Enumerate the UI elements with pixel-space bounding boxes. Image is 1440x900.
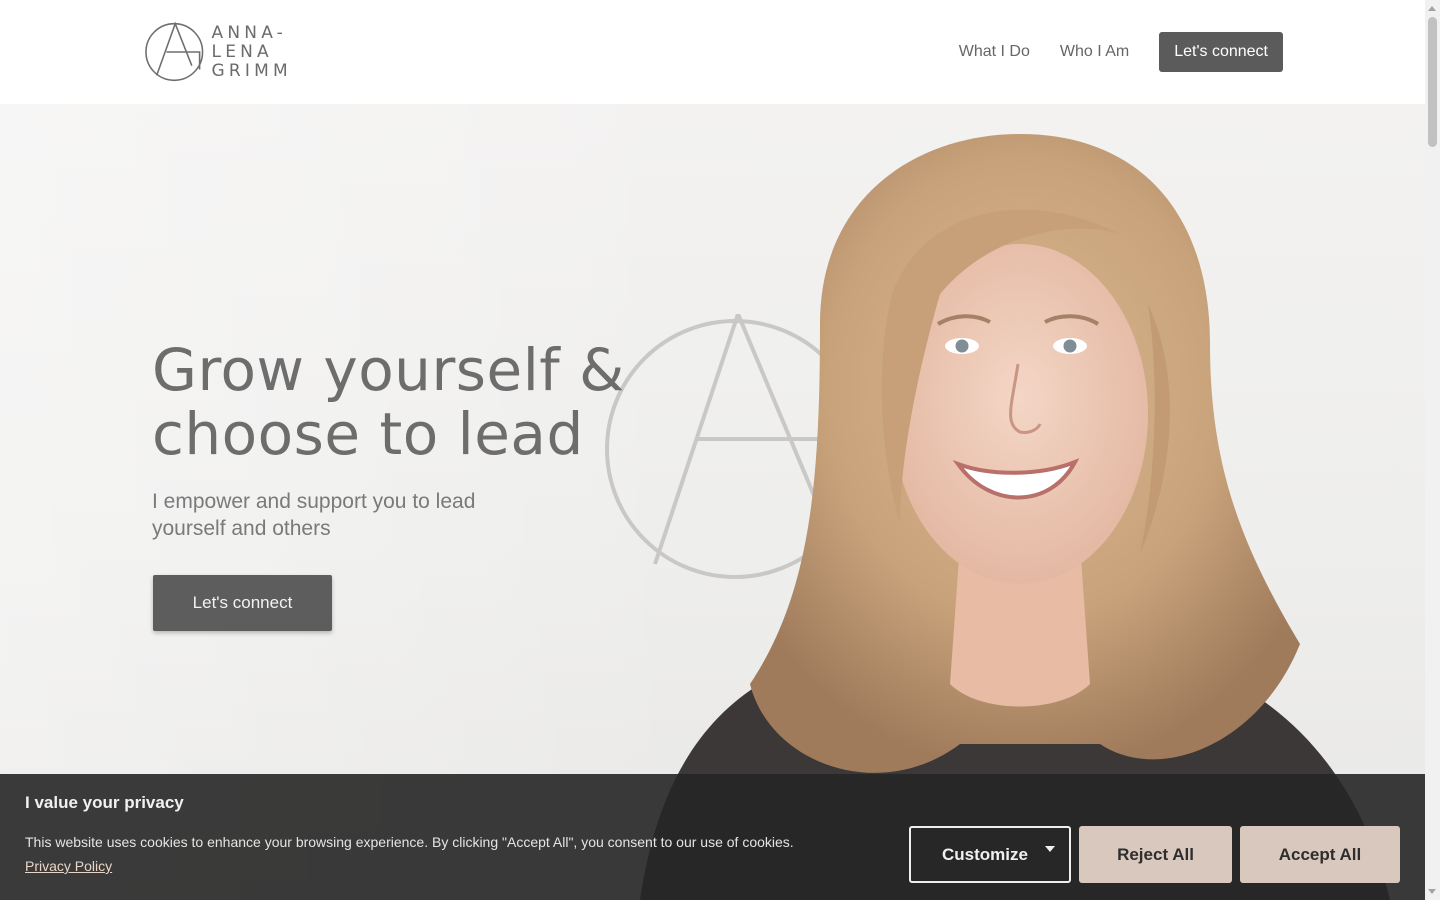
privacy-policy-link[interactable]: Privacy Policy xyxy=(25,858,112,874)
scrollbar-thumb[interactable] xyxy=(1428,17,1437,147)
nav-what-i-do[interactable]: What I Do xyxy=(959,43,1030,61)
hero-subtitle: I empower and support you to lead yourse… xyxy=(152,490,476,540)
hero-lets-connect-button[interactable]: Let's connect xyxy=(153,575,332,631)
cookie-text: This website uses cookies to enhance you… xyxy=(25,834,794,850)
logo-text: ANNA-LENA GRIMM xyxy=(211,22,345,81)
site-header: ANNA-LENA GRIMM What I Do Who I Am Let's… xyxy=(0,0,1425,104)
vertical-scrollbar[interactable] xyxy=(1425,0,1440,900)
customize-label: Customize xyxy=(942,844,1028,864)
hero-title-line-2: choose to lead xyxy=(152,400,584,468)
caret-down-icon xyxy=(1045,846,1055,852)
hero-title: Grow yourself & choose to lead xyxy=(152,338,672,466)
nav-lets-connect-button[interactable]: Let's connect xyxy=(1159,32,1283,72)
main-nav: What I Do Who I Am Let's connect xyxy=(959,32,1283,72)
hero-title-line-1: Grow yourself & xyxy=(152,336,625,404)
accept-all-button[interactable]: Accept All xyxy=(1240,826,1400,883)
scroll-up-arrow-icon[interactable] xyxy=(1428,6,1436,11)
cookie-banner: I value your privacy This website uses c… xyxy=(0,774,1425,900)
reject-all-button[interactable]: Reject All xyxy=(1079,826,1232,883)
nav-who-i-am[interactable]: Who I Am xyxy=(1060,43,1129,61)
site-logo[interactable]: ANNA-LENA GRIMM xyxy=(145,18,345,86)
page: ANNA-LENA GRIMM What I Do Who I Am Let's… xyxy=(0,0,1440,900)
customize-button[interactable]: Customize xyxy=(909,826,1071,883)
scroll-down-arrow-icon[interactable] xyxy=(1428,889,1436,894)
cookie-title: I value your privacy xyxy=(25,793,184,812)
logo-name-first: ANNA-LENA xyxy=(211,22,287,62)
cookie-description: This website uses cookies to enhance you… xyxy=(25,830,795,878)
logo-name-last: GRIMM xyxy=(211,60,292,81)
monogram-logo-icon xyxy=(145,21,204,82)
